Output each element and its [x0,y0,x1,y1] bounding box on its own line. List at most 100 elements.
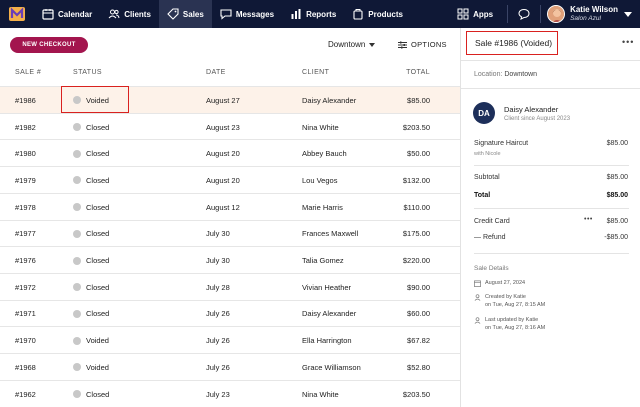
location-dropdown[interactable]: Downtown [328,40,376,49]
updated-on: on Tue, Aug 27, 8:16 AM [485,325,546,331]
client-cell: Nina White [302,114,339,141]
client-name[interactable]: Daisy Alexander [504,105,558,114]
table-row[interactable]: #1962 Closed July 23 Nina White $203.50 [0,379,460,407]
header-client[interactable]: CLIENT [302,69,329,76]
total-cell-text: $175.00 [402,229,430,239]
sale-number: #1978 [15,194,36,221]
status-cell: Closed [73,274,109,301]
app-logo[interactable] [0,0,34,28]
total-cell: $220.00 [403,247,430,274]
status-dot-icon [73,176,81,185]
new-checkout-button[interactable]: NEW CHECKOUT [10,37,88,53]
header-total[interactable]: TOTAL [406,69,430,76]
options-button[interactable]: OPTIONS [398,40,447,49]
total-cell-text: $203.50 [402,389,430,399]
sale-number: #1968 [15,354,36,381]
grid-icon [457,8,469,20]
table-row[interactable]: #1972 Closed July 28 Vivian Heather $90.00 [0,272,460,301]
table-row[interactable]: #1970 Voided July 26 Ella Harrington $67.82 [0,326,460,353]
nav-products[interactable]: Products [344,0,411,28]
logo-icon [9,7,25,21]
sale-number: #1970 [15,327,36,354]
status-dot-icon [73,309,81,318]
nav-clients[interactable]: Clients [100,0,159,28]
table-row[interactable]: #1978 Closed August 12 Marie Harris $110.00 [0,192,460,221]
more-options-icon[interactable]: ••• [622,37,634,47]
sale-number-text: #1980 [15,149,36,159]
date-cell-text: August 20 [206,175,240,185]
location-label: Location: [474,71,503,78]
total-cell-text: $50.00 [407,149,430,159]
panel-title: Sale #1986 (Voided) [475,38,553,48]
total-cell: $110.00 [403,194,430,221]
table-row[interactable]: #1980 Closed August 20 Abbey Bauch $50.00 [0,139,460,166]
status-cell-text: Closed [86,175,110,185]
status-cell: Closed [73,167,109,194]
status-cell: Closed [73,247,109,274]
client-cell-text: Vivian Heather [302,282,352,292]
sale-number: #1979 [15,167,36,194]
chevron-down-icon[interactable] [624,11,632,17]
bar-chart-icon [291,9,301,19]
sale-number-text: #1968 [15,362,36,372]
avatar[interactable] [547,5,566,23]
date-cell: July 26 [206,301,230,328]
table-row[interactable]: #1982 Closed August 23 Nina White $203.50 [0,112,460,141]
table-row[interactable]: #1977 Closed July 30 Frances Maxwell $175.00 [0,219,460,248]
location-line: Location: Downtown [474,71,537,78]
table-row[interactable]: #1979 Closed August 20 Lou Vegos $132.00 [0,166,460,193]
service-staff: with Nicole [474,151,501,157]
sale-number: #1972 [15,274,36,301]
sale-number: #1977 [15,221,36,248]
payment-method-label: Credit Card [474,218,510,225]
created-by: Created by Katie [485,294,526,300]
date-cell-text: July 30 [206,229,230,239]
client-cell: Abbey Bauch [302,140,347,167]
status-highlight-box [61,86,129,113]
nav-reports[interactable]: Reports [282,0,344,28]
user-menu[interactable]: Katie Wilson Salon Azul [570,5,618,23]
status-cell: Closed [73,381,109,407]
nav-clients-label: Clients [124,9,151,19]
updated-by: Last updated by Katie [485,317,539,323]
client-since: Client since August 2023 [504,116,571,122]
notifications-button[interactable] [514,0,534,28]
user-icon [474,293,481,301]
nav-messages[interactable]: Messages [212,0,282,28]
date-cell: August 12 [206,194,240,221]
nav-apps[interactable]: Apps [449,0,501,28]
header-status[interactable]: STATUS [73,69,102,76]
table-row[interactable]: #1976 Closed July 30 Talia Gomez $220.00 [0,246,460,273]
total-cell: $50.00 [407,140,430,167]
status-cell: Closed [73,194,109,221]
payment-options-icon[interactable]: ••• [584,216,593,223]
client-cell-text: Talia Gomez [302,256,344,266]
status-cell: Closed [73,140,109,167]
date-cell: July 30 [206,247,230,274]
top-navigation: Calendar Clients Sales Messages Reports … [0,0,640,28]
table-row[interactable]: #1971 Closed July 26 Daisy Alexander $60.00 [0,299,460,328]
header-date[interactable]: DATE [206,69,226,76]
client-cell: Marie Harris [302,194,343,221]
status-dot-icon [73,149,81,158]
table-row[interactable]: #1968 Voided July 26 Grace Williamson $52.80 [0,353,460,380]
total-cell: $132.00 [403,167,430,194]
date-cell: August 20 [206,140,240,167]
total-label: Total [474,192,491,199]
nav-calendar[interactable]: Calendar [34,0,100,28]
nav-apps-label: Apps [473,9,494,19]
date-cell: August 20 [206,167,240,194]
client-avatar[interactable]: DA [473,102,495,124]
users-icon [108,9,120,19]
date-cell: July 30 [206,221,230,248]
header-sale[interactable]: SALE # [15,69,41,76]
total-cell: $175.00 [403,221,430,248]
client-cell: Frances Maxwell [302,221,358,248]
status-cell-text: Closed [86,202,110,212]
sale-number-text: #1977 [15,229,36,239]
sale-number: #1976 [15,247,36,274]
client-cell-text: Grace Williamson [302,362,361,372]
total-cell: $203.50 [403,114,430,141]
nav-sales[interactable]: Sales [158,0,212,28]
refund-label: — Refund [474,234,506,241]
